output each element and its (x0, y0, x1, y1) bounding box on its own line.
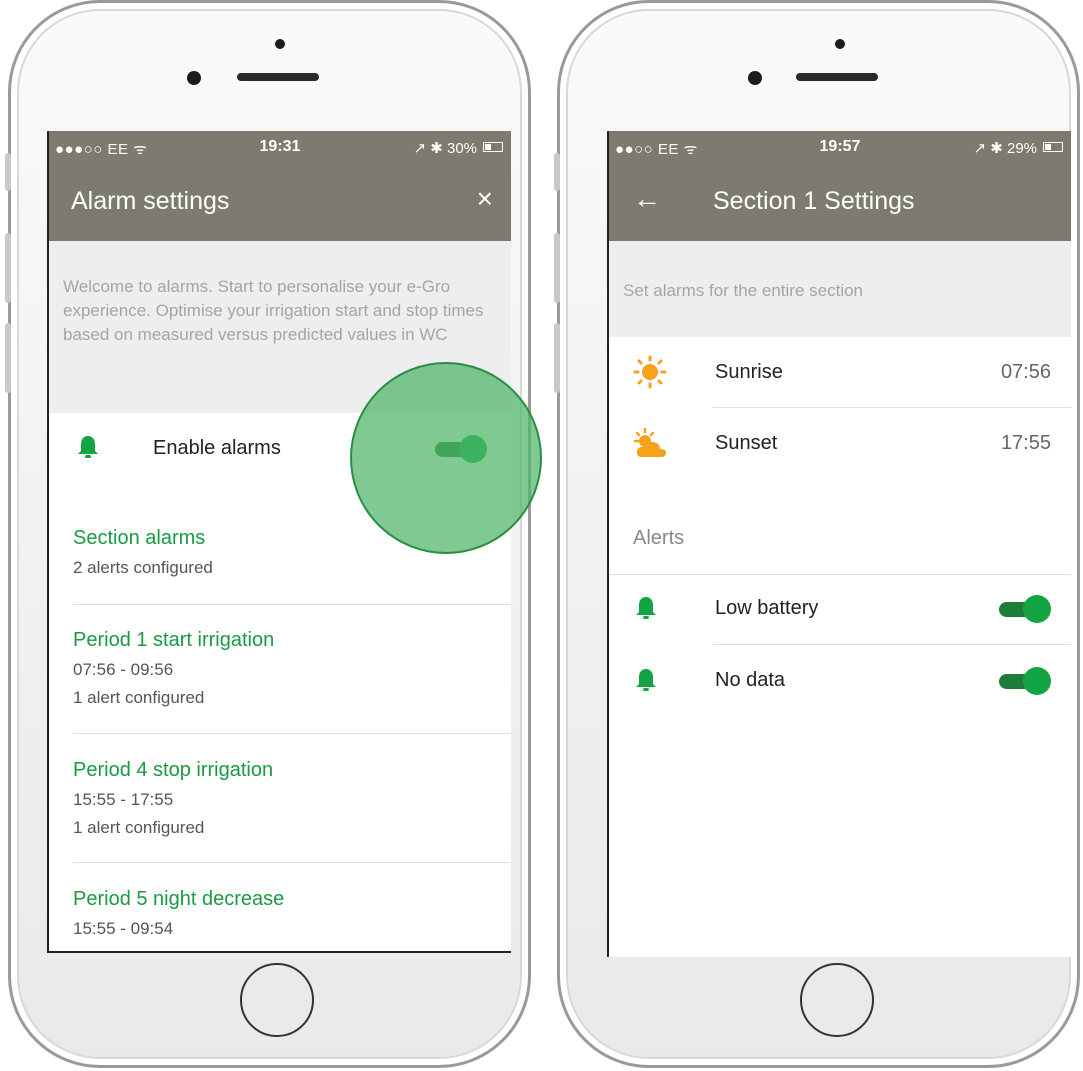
enable-alarms-label: Enable alarms (153, 437, 281, 459)
no-data-toggle[interactable] (999, 667, 1051, 695)
front-camera (187, 71, 201, 85)
list-item-title: Period 1 start irrigation (73, 629, 275, 651)
bell-icon (636, 669, 656, 691)
front-camera (748, 71, 762, 85)
home-button[interactable] (800, 963, 874, 1037)
status-bar: ●●●○○ EE ᯤ 19:31 ↗ ✱ 30% (49, 131, 511, 165)
page-title: Alarm settings (71, 187, 230, 215)
sunset-icon (633, 427, 667, 457)
status-right: ↗ ✱ 29% (973, 140, 1038, 157)
toggle-knob (1023, 595, 1051, 623)
battery-icon (1043, 142, 1063, 152)
divider (73, 733, 511, 734)
sunset-time: 17:55 (1000, 432, 1051, 454)
list-item-period-1[interactable]: Period 1 start irrigation 07:56 - 09:56 … (73, 629, 511, 712)
divider (713, 407, 1071, 408)
mute-switch (554, 153, 560, 191)
no-data-row[interactable]: No data (609, 645, 1071, 715)
proximity-sensor (835, 39, 845, 49)
intro-text: Welcome to alarms. Start to personalise … (63, 277, 484, 344)
list-item-time-range: 15:55 - 17:55 (73, 790, 174, 809)
sunrise-label: Sunrise (715, 361, 783, 383)
list-item-title: Period 4 stop irrigation (73, 759, 274, 781)
sunset-label: Sunset (715, 432, 778, 454)
toggle-knob (1023, 667, 1051, 695)
divider (73, 604, 511, 605)
mute-switch (5, 153, 11, 191)
list-item-subtitle: 1 alert configured (73, 818, 205, 837)
bell-icon (636, 597, 656, 619)
low-battery-toggle[interactable] (999, 595, 1051, 623)
status-bar: ●●○○ EE ᯤ 19:57 ↗ ✱ 29% (609, 131, 1071, 165)
list-item-title: Period 5 night decrease (73, 888, 285, 910)
tap-indicator (350, 362, 542, 554)
no-data-label: No data (715, 669, 786, 691)
page-title: Section 1 Settings (713, 187, 915, 215)
back-arrow-icon[interactable]: ← (633, 183, 661, 215)
volume-up-button (554, 233, 560, 303)
intro-text: Set alarms for the entire section (623, 281, 864, 300)
list-item-subtitle: 1 alert configured (73, 688, 205, 707)
sunrise-time: 07:56 (1000, 361, 1051, 383)
app-bar: Alarm settings × (49, 165, 511, 241)
low-battery-row[interactable]: Low battery (609, 575, 1071, 645)
earpiece-speaker (796, 73, 878, 81)
close-icon[interactable]: × (477, 183, 493, 215)
list-item-time-range: 15:55 - 09:54 (73, 919, 174, 938)
right-phone-frame: ●●○○ EE ᯤ 19:57 ↗ ✱ 29% ← Section 1 Sett… (554, 0, 1080, 1068)
bell-icon (78, 436, 98, 458)
list-item-time-range: 07:56 - 09:56 (73, 660, 174, 679)
intro-panel: Set alarms for the entire section (609, 241, 1071, 337)
volume-down-button (554, 323, 560, 393)
volume-up-button (5, 233, 11, 303)
earpiece-speaker (237, 73, 319, 81)
volume-down-button (5, 323, 11, 393)
alerts-header-panel: Alerts (609, 483, 1071, 575)
list-item-period-4[interactable]: Period 4 stop irrigation 15:55 - 17:55 1… (73, 759, 511, 842)
divider (73, 862, 511, 863)
right-screen: ●●○○ EE ᯤ 19:57 ↗ ✱ 29% ← Section 1 Sett… (607, 131, 1071, 957)
app-bar: ← Section 1 Settings (609, 165, 1071, 241)
proximity-sensor (275, 39, 285, 49)
list-item-subtitle: 2 alerts configured (73, 558, 213, 577)
status-right: ↗ ✱ 30% (413, 140, 478, 157)
low-battery-label: Low battery (715, 597, 819, 619)
list-item-period-5[interactable]: Period 5 night decrease 15:55 - 09:54 (73, 888, 511, 943)
sunrise-icon (633, 355, 667, 389)
home-button[interactable] (240, 963, 314, 1037)
battery-icon (483, 142, 503, 152)
alerts-header: Alerts (633, 527, 685, 549)
